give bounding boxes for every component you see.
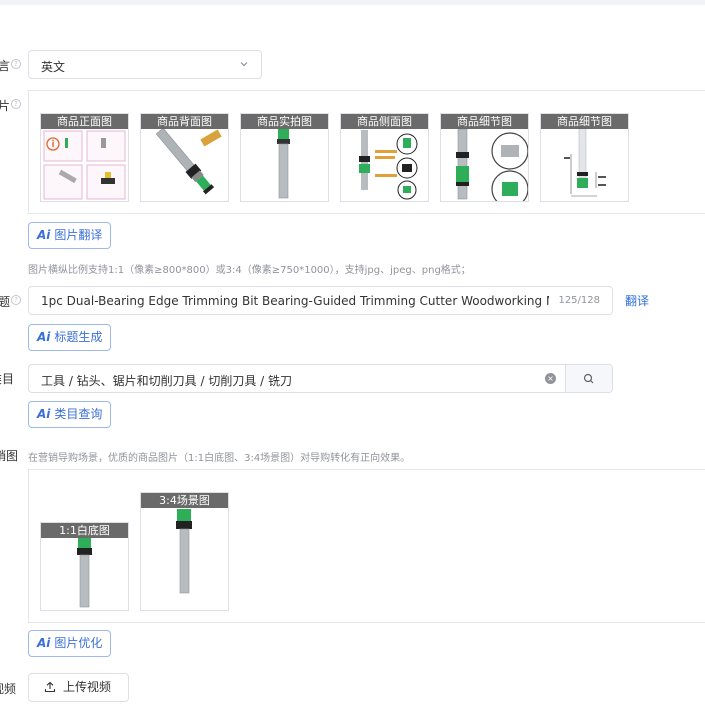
category-search-button[interactable] xyxy=(565,365,612,392)
category-query-label: 类目查询 xyxy=(54,407,103,421)
help-icon[interactable]: ? xyxy=(11,59,21,69)
product-image-thumb[interactable]: 商品细节图 xyxy=(540,113,629,202)
upload-icon xyxy=(44,681,56,693)
category-input-value: 工具 / 钻头、锯片和切削刀具 / 切削刀具 / 铣刀 xyxy=(41,374,293,388)
search-icon xyxy=(583,373,594,384)
language-select[interactable]: 英文 xyxy=(28,50,262,79)
translate-link[interactable]: 翻译 xyxy=(625,292,649,309)
marketing-image xyxy=(176,509,192,594)
category-query-button[interactable]: Ai 类目查询 xyxy=(28,401,112,428)
language-label: 言 xyxy=(0,59,11,73)
image-caption: 3:4场景图 xyxy=(141,493,228,508)
upload-video-button[interactable]: 上传视频 xyxy=(28,673,129,702)
product-images-panel: 商品正面图 商品背面图 商品实拍图 商品侧面图 商品细节图 商品细节图 xyxy=(28,90,705,214)
clear-icon[interactable]: × xyxy=(545,373,556,384)
category-label: 类目 xyxy=(0,372,15,386)
image-caption: 商品侧面图 xyxy=(341,114,428,129)
ai-icon: Ai xyxy=(37,228,51,242)
image-caption: 商品细节图 xyxy=(441,114,528,129)
image-format-hint: 图片横纵比例支持1:1（像素≥800*800）或3:4（像素≥750*1000）… xyxy=(28,265,471,276)
marketing-images-hint: 在营销导购场景，优质的商品图片（1:1白底图、3:4场景图）对导购转化有正向效果… xyxy=(28,453,411,464)
ai-icon: Ai xyxy=(37,330,51,344)
title-char-counter: 125/128 xyxy=(558,295,600,306)
title-input-value: 1pc Dual-Bearing Edge Trimming Bit Beari… xyxy=(41,294,549,308)
ai-icon: Ai xyxy=(37,407,51,421)
title-label: 题 xyxy=(0,295,11,309)
marketing-image-thumb[interactable]: 3:4场景图 xyxy=(140,492,229,611)
image-translate-label: 图片翻译 xyxy=(54,228,103,242)
title-generate-label: 标题生成 xyxy=(54,330,103,344)
image-caption: 商品实拍图 xyxy=(241,114,328,129)
image-caption: 商品细节图 xyxy=(541,114,628,129)
product-image-thumb[interactable]: 商品背面图 xyxy=(140,113,229,202)
title-generate-button[interactable]: Ai 标题生成 xyxy=(28,324,112,351)
product-image-thumb[interactable]: 商品细节图 xyxy=(440,113,529,202)
image-optimize-button[interactable]: Ai 图片优化 xyxy=(28,630,112,657)
help-icon[interactable]: ? xyxy=(11,99,21,109)
video-label: 视频 xyxy=(0,682,17,696)
product-image-thumb[interactable]: 商品侧面图 xyxy=(340,113,429,202)
image-translate-button[interactable]: Ai 图片翻译 xyxy=(28,222,112,249)
images-label: 片 xyxy=(0,99,11,113)
ai-icon: Ai xyxy=(37,636,51,650)
image-caption: 商品正面图 xyxy=(41,114,128,129)
product-image-thumb[interactable]: 商品正面图 xyxy=(40,113,129,202)
category-input[interactable]: 工具 / 钻头、锯片和切削刀具 / 切削刀具 / 铣刀 × xyxy=(28,364,613,393)
image-optimize-label: 图片优化 xyxy=(54,636,103,650)
marketing-image-thumb[interactable]: 1:1白底图 xyxy=(40,522,129,611)
chevron-down-icon xyxy=(240,62,248,67)
top-divider xyxy=(0,0,705,5)
language-select-value: 英文 xyxy=(41,60,66,74)
product-image-thumb[interactable]: 商品实拍图 xyxy=(240,113,329,202)
marketing-images-panel: 1:1白底图 3:4场景图 xyxy=(28,469,705,623)
title-input[interactable]: 1pc Dual-Bearing Edge Trimming Bit Beari… xyxy=(28,286,613,315)
image-caption: 商品背面图 xyxy=(141,114,228,129)
upload-video-label: 上传视频 xyxy=(63,680,112,694)
image-caption: 1:1白底图 xyxy=(41,523,128,538)
help-icon[interactable]: ? xyxy=(11,295,21,305)
marketing-images-label: 销图 xyxy=(0,449,19,463)
